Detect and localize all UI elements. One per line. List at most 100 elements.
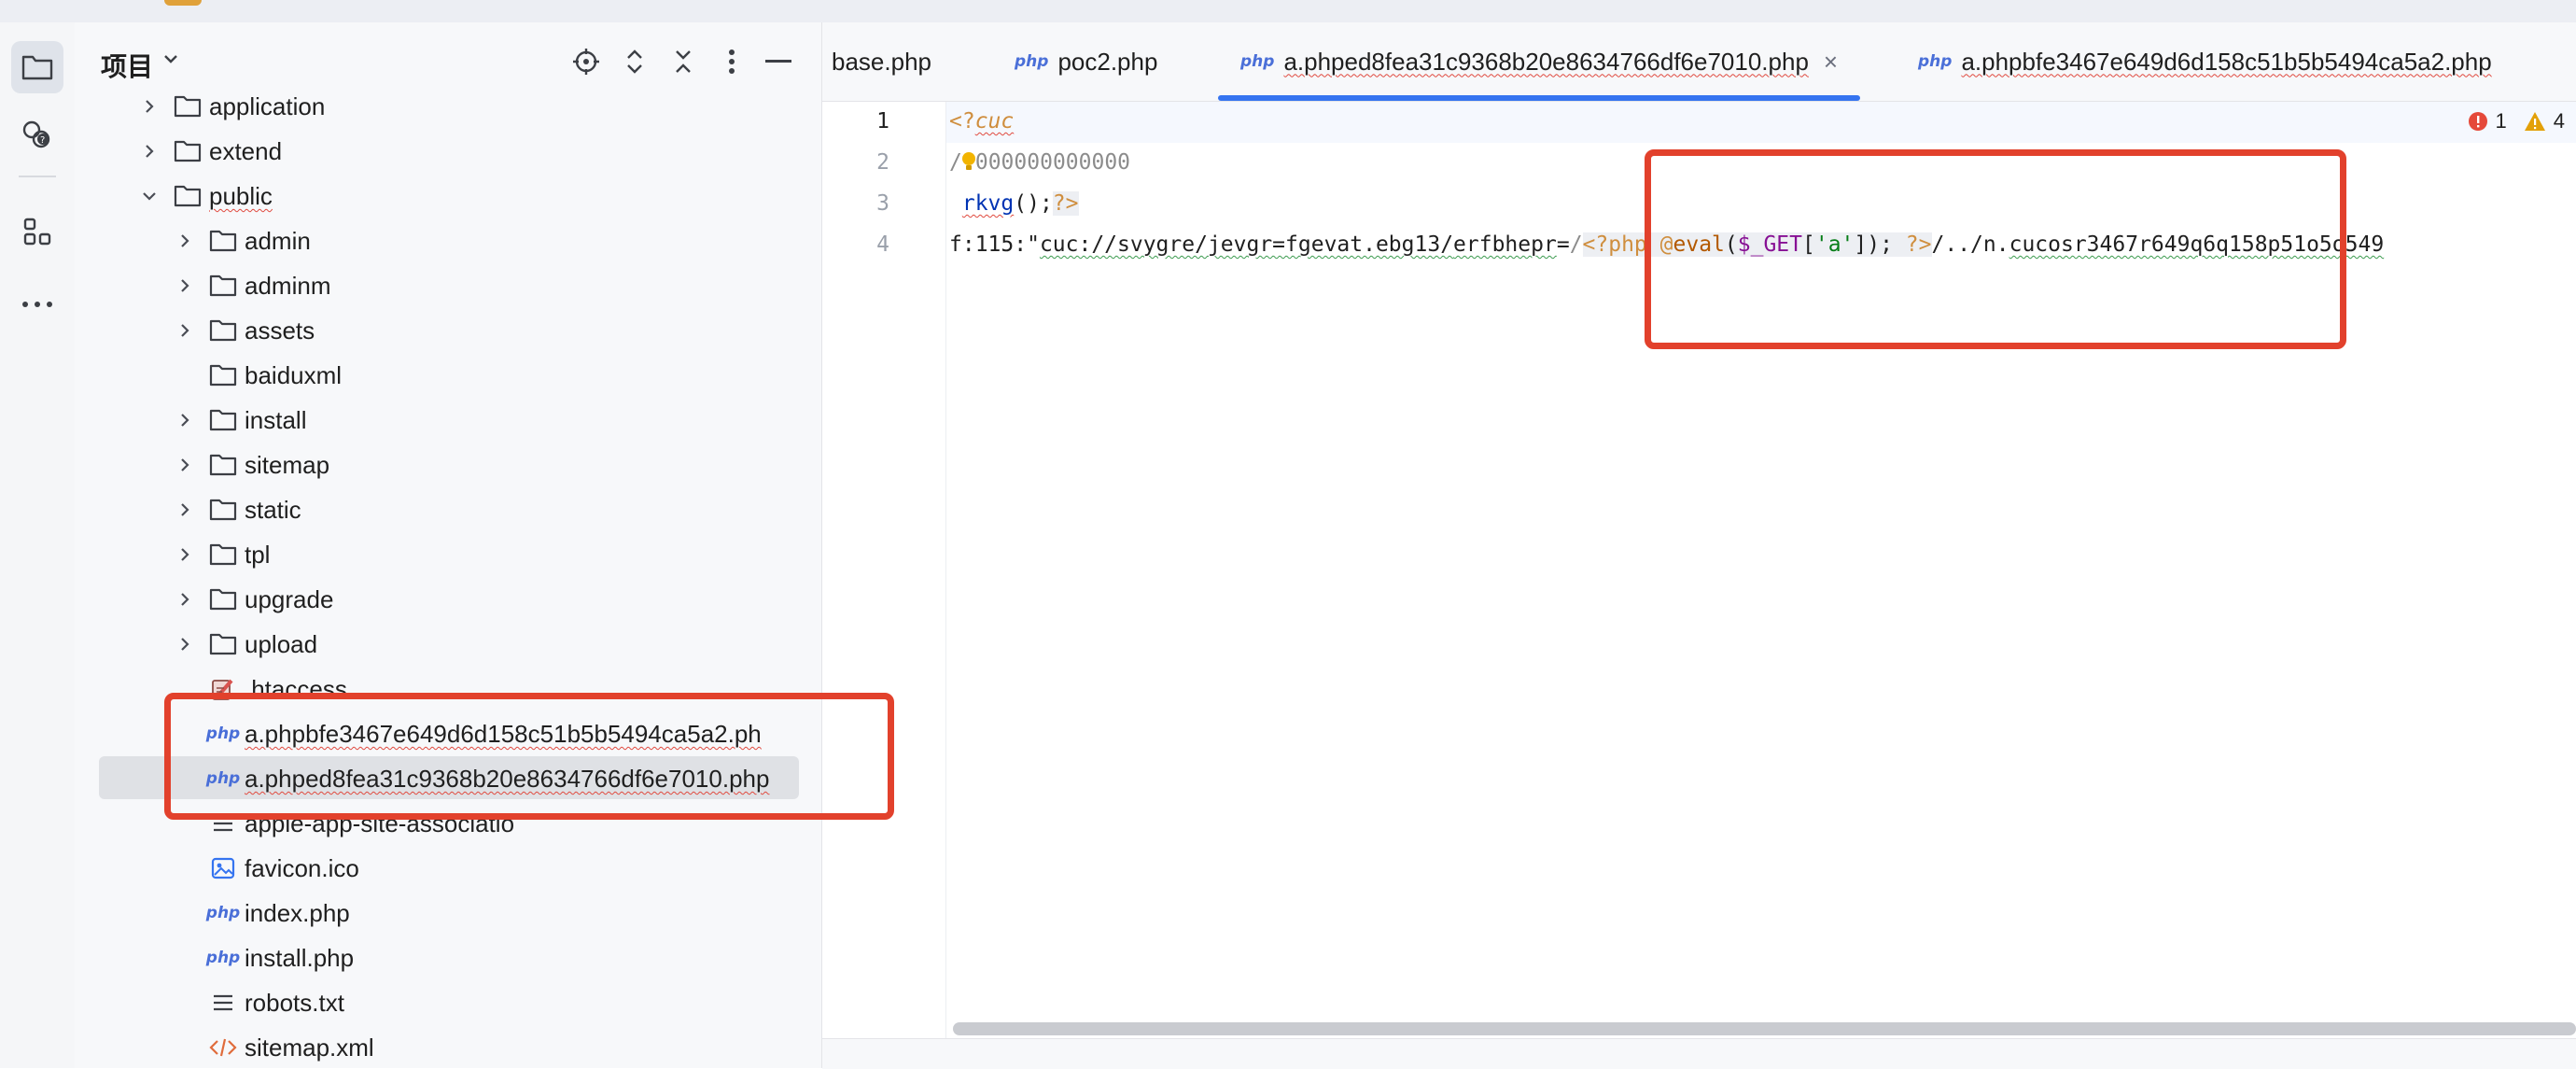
tree-item-label: upload <box>245 630 318 658</box>
chevron-right-icon[interactable] <box>175 545 194 564</box>
chevron-right-icon[interactable] <box>175 590 194 609</box>
tree-item[interactable]: baiduxml <box>75 353 803 398</box>
code-line-1[interactable]: <?cuc <box>949 109 1014 134</box>
structure-tool-button[interactable] <box>11 205 63 258</box>
svg-text:?: ? <box>40 135 45 146</box>
chevron-right-icon[interactable] <box>175 500 194 519</box>
close-icon[interactable]: × <box>1824 48 1838 77</box>
tab-active-file[interactable]: php a.phped8fea31c9368b20e8634766df6e701… <box>1218 22 1861 101</box>
tree-item[interactable]: assets <box>75 308 803 353</box>
tree-item[interactable]: php install.php <box>75 935 803 980</box>
code-token: /../n. <box>1931 232 2009 257</box>
tree-item[interactable]: adminm <box>75 263 803 308</box>
tree-item[interactable]: favicon.ico <box>75 846 803 891</box>
tree-item[interactable]: admin <box>75 218 803 263</box>
tree-item[interactable]: application <box>75 84 803 129</box>
tree-item-label: .htaccess <box>245 675 347 703</box>
chevron-right-icon[interactable] <box>175 276 194 295</box>
activity-separator <box>19 176 56 177</box>
editor-tab-bar: base.php php poc2.php php a.phped8fea31c… <box>822 22 2576 102</box>
tree-item[interactable]: install <box>75 398 803 443</box>
folder-icon <box>174 182 202 210</box>
tree-item[interactable]: upload <box>75 622 803 667</box>
tree-item-label: apple-app-site-associatio <box>245 809 515 837</box>
chevron-down-icon[interactable] <box>161 49 181 74</box>
tree-item[interactable]: robots.txt <box>75 980 803 1025</box>
editor-horizontal-scrollbar[interactable] <box>953 1022 2576 1035</box>
folder-icon <box>174 92 202 120</box>
code-token: ?> <box>1905 232 1932 257</box>
code-line-3[interactable]: rkvg();?> <box>949 191 1079 216</box>
code-token: f:115:" <box>949 232 1040 257</box>
folder-icon <box>209 361 237 389</box>
folder-icon <box>209 406 237 434</box>
folder-icon <box>21 55 53 80</box>
tab-second-file[interactable]: php a.phpbfe3467e649d6d158c51b5b5494ca5a… <box>1918 22 2492 101</box>
xml-file-icon <box>209 1034 237 1062</box>
tree-item[interactable]: tpl <box>75 532 803 577</box>
tree-item-label: extend <box>209 137 283 165</box>
tree-item[interactable]: php index.php <box>75 891 803 935</box>
tree-item-label: a.phpbfe3467e649d6d158c51b5b5494ca5a2.ph <box>245 720 762 748</box>
code-token: ]); <box>1854 232 1906 257</box>
config-file-icon <box>209 675 237 703</box>
tree-item[interactable]: public <box>75 174 803 218</box>
chevron-down-icon[interactable] <box>140 187 159 205</box>
tree-item[interactable]: apple-app-site-associatio <box>75 801 803 846</box>
tree-item[interactable]: sitemap <box>75 443 803 487</box>
code-token: cuc://svygre/jevgr=fgevat.ebg13/ <box>1039 232 1454 257</box>
tree-item[interactable]: static <box>75 487 803 532</box>
chevron-right-icon[interactable] <box>175 456 194 474</box>
more-tools-button[interactable] <box>11 278 63 331</box>
window-title-strip <box>0 0 2576 23</box>
tree-item[interactable]: upgrade <box>75 577 803 622</box>
code-line-2[interactable]: /000000000000 <box>949 150 1130 175</box>
code-token: cuc <box>974 109 1015 134</box>
tree-item-label: tpl <box>245 541 271 569</box>
tree-item[interactable]: php a.phped8fea31c9368b20e8634766df6e7010… <box>75 756 803 801</box>
chevron-right-icon[interactable] <box>175 411 194 429</box>
locate-icon[interactable] <box>569 45 603 78</box>
chevron-right-icon[interactable] <box>140 97 159 116</box>
code-token: rkvg <box>961 191 1015 216</box>
code-token: ( <box>1724 232 1738 257</box>
ai-assistant-tool-button[interactable]: ? <box>11 108 63 161</box>
code-editor[interactable]: 1 2 3 4 <?cuc /000000000000 rkvg();?> f:… <box>822 102 2576 1038</box>
code-token: erfbhepr <box>1453 232 1557 257</box>
editor-bottom-bar <box>822 1038 2576 1069</box>
folder-icon <box>209 541 237 569</box>
chevron-right-icon[interactable] <box>140 142 159 161</box>
text-file-icon <box>209 989 237 1017</box>
tree-item[interactable]: sitemap.xml <box>75 1025 803 1068</box>
code-token: cucosr3467r649q6q158p51o5o549 <box>2009 232 2385 257</box>
tree-item[interactable]: extend <box>75 129 803 174</box>
folder-icon <box>209 227 237 255</box>
folder-icon <box>209 451 237 479</box>
ellipsis-icon <box>22 302 52 307</box>
project-panel-title[interactable]: 项目 <box>101 47 153 84</box>
chevron-right-icon[interactable] <box>175 321 194 340</box>
collapse-all-icon[interactable] <box>666 45 700 78</box>
tab-base-php[interactable]: base.php <box>832 22 931 101</box>
options-vertical-ellipsis-icon[interactable] <box>715 45 749 78</box>
inspection-widget[interactable]: 1 4 <box>2468 109 2565 134</box>
chevron-right-icon[interactable] <box>175 635 194 654</box>
folder-icon <box>209 630 237 658</box>
tree-item-label: adminm <box>245 272 331 300</box>
php-file-icon: php <box>1015 52 1049 71</box>
folder-icon <box>209 585 237 613</box>
tree-item-label: install <box>245 406 307 434</box>
tab-label: base.php <box>832 47 931 76</box>
code-line-4[interactable]: f:115:"cuc://svygre/jevgr=fgevat.ebg13/e… <box>949 232 2384 257</box>
tree-item[interactable]: php a.phpbfe3467e649d6d158c51b5b5494ca5a2… <box>75 711 803 756</box>
tree-item[interactable]: .htaccess <box>75 667 803 711</box>
hide-panel-icon[interactable] <box>762 45 795 78</box>
project-tool-button[interactable] <box>11 41 63 93</box>
expand-all-icon[interactable] <box>618 45 651 78</box>
tree-item-label: admin <box>245 227 311 255</box>
chevron-right-icon[interactable] <box>175 232 194 250</box>
code-token: [ <box>1802 232 1815 257</box>
tab-poc2-php[interactable]: php poc2.php <box>1015 22 1157 101</box>
line-number: 3 <box>876 191 889 216</box>
folder-icon <box>209 272 237 300</box>
